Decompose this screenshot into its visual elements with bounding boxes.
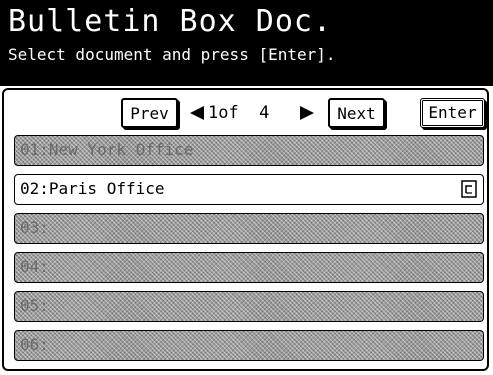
document-item-01: 01:New York Office bbox=[14, 135, 484, 166]
header-bar: Bulletin Box Doc. Select document and pr… bbox=[0, 0, 493, 86]
document-item-04: 04: bbox=[14, 252, 484, 283]
prev-button[interactable]: Prev bbox=[121, 98, 178, 128]
right-arrow-icon bbox=[300, 106, 314, 120]
enter-button[interactable]: Enter bbox=[420, 98, 485, 128]
document-item-02[interactable]: 02:Paris Office bbox=[14, 174, 484, 205]
document-list-panel: Prev 1of 4 Next Enter 01:New York Office… bbox=[2, 88, 489, 371]
document-icon bbox=[461, 180, 477, 198]
page-title: Bulletin Box Doc. bbox=[8, 4, 333, 39]
pagination-bar: Prev 1of 4 Next Enter bbox=[4, 94, 487, 130]
document-item-06: 06: bbox=[14, 330, 484, 361]
left-arrow-icon bbox=[190, 106, 204, 120]
page-instruction: Select document and press [Enter]. bbox=[8, 45, 336, 64]
next-button[interactable]: Next bbox=[328, 98, 385, 128]
page-indicator: 1of 4 bbox=[208, 103, 270, 123]
document-item-05: 05: bbox=[14, 291, 484, 322]
document-item-label: 02:Paris Office bbox=[20, 179, 165, 198]
document-item-03: 03: bbox=[14, 213, 484, 244]
